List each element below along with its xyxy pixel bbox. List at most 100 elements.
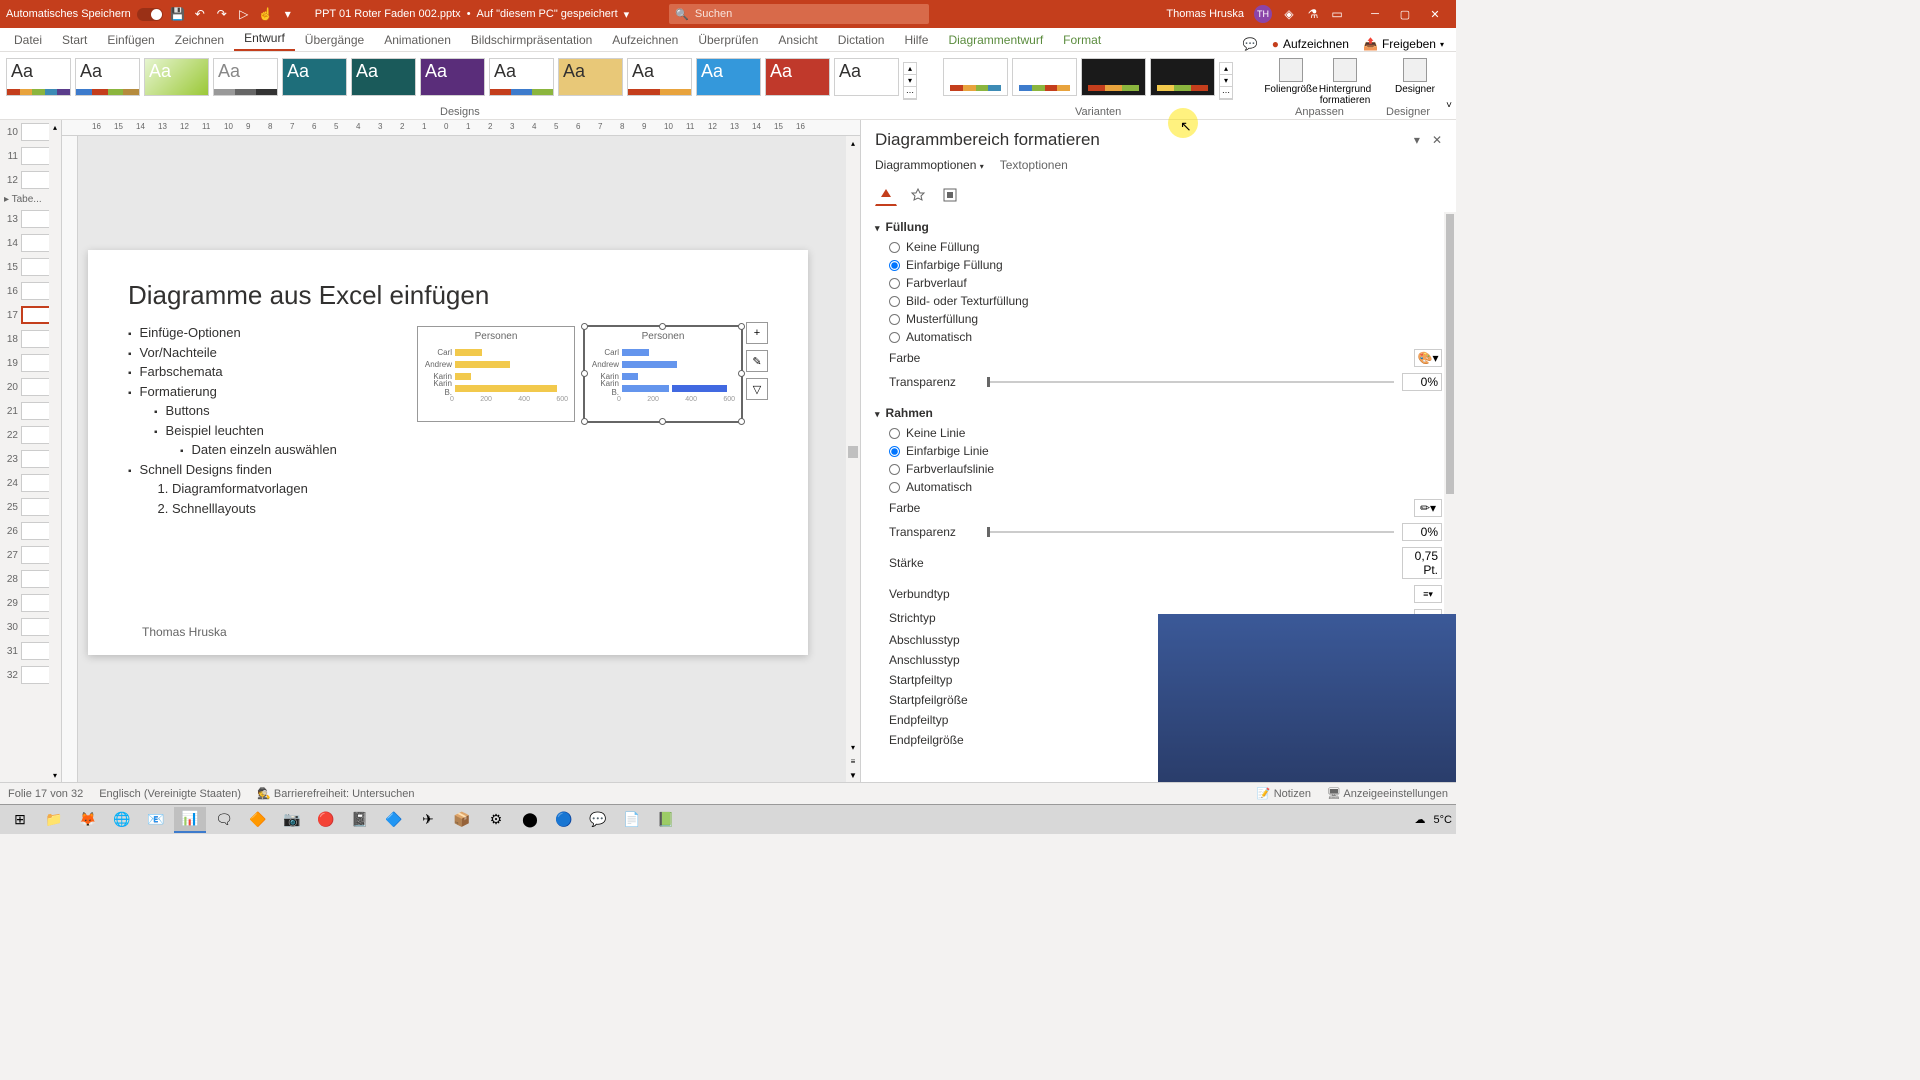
pane-close-button[interactable]: ✕: [1432, 133, 1442, 147]
record-button[interactable]: ●Aufzeichnen: [1272, 37, 1349, 51]
taskbar-outlook-icon[interactable]: 📧: [140, 807, 172, 833]
redo-icon[interactable]: ↷: [215, 7, 229, 21]
radio-picture-fill[interactable]: Bild- oder Texturfüllung: [875, 292, 1442, 310]
pane-options-icon[interactable]: ▾: [1414, 133, 1420, 147]
variant-2[interactable]: [1012, 58, 1077, 96]
tab-dictation[interactable]: Dictation: [828, 29, 895, 51]
theme-thumb-9[interactable]: Aa: [558, 58, 623, 96]
taskbar-excel-icon[interactable]: 📗: [650, 807, 682, 833]
tab-aufzeichnen[interactable]: Aufzeichnen: [602, 29, 688, 51]
variant-3[interactable]: [1081, 58, 1146, 96]
theme-thumb-8[interactable]: Aa: [489, 58, 554, 96]
theme-thumb-1[interactable]: Aa: [6, 58, 71, 96]
background-format-button[interactable]: Hintergrund formatieren: [1319, 58, 1371, 113]
theme-thumb-6[interactable]: Aa: [351, 58, 416, 96]
undo-icon[interactable]: ↶: [193, 7, 207, 21]
taskbar-chrome-icon[interactable]: 🌐: [106, 807, 138, 833]
slide-canvas[interactable]: Diagramme aus Excel einfügen Einfüge-Opt…: [88, 250, 808, 655]
slide-title[interactable]: Diagramme aus Excel einfügen: [128, 280, 768, 311]
slide-size-button[interactable]: Foliengröße: [1265, 58, 1317, 113]
theme-thumb-12[interactable]: Aa: [765, 58, 830, 96]
tab-text-options[interactable]: Textoptionen: [1000, 158, 1068, 176]
compound-type-dropdown[interactable]: ≡▾: [1414, 585, 1442, 603]
language-indicator[interactable]: Englisch (Vereinigte Staaten): [99, 788, 241, 800]
tab-datei[interactable]: Datei: [4, 29, 52, 51]
taskbar-explorer-icon[interactable]: 📁: [38, 807, 70, 833]
diamond-icon[interactable]: ◈: [1282, 7, 1296, 21]
taskbar-app3-icon[interactable]: 🔴: [310, 807, 342, 833]
taskbar-app7-icon[interactable]: 🔵: [548, 807, 580, 833]
taskbar-powerpoint-icon[interactable]: 📊: [174, 807, 206, 833]
taskbar-app5-icon[interactable]: ⚙: [480, 807, 512, 833]
border-section-header[interactable]: Rahmen: [875, 402, 1442, 424]
tab-ansicht[interactable]: Ansicht: [768, 29, 827, 51]
variant-4[interactable]: [1150, 58, 1215, 96]
chart-styles-button[interactable]: ✎: [746, 350, 768, 372]
flask-icon[interactable]: ⚗: [1306, 7, 1320, 21]
taskbar-vlc-icon[interactable]: 🔶: [242, 807, 274, 833]
minimize-button[interactable]: ─: [1360, 4, 1390, 24]
taskbar-firefox-icon[interactable]: 🦊: [72, 807, 104, 833]
save-icon[interactable]: 💾: [171, 7, 185, 21]
size-properties-icon[interactable]: [939, 184, 961, 206]
touch-mode-icon[interactable]: ☝: [259, 7, 273, 21]
filename-dropdown-icon[interactable]: ▾: [624, 8, 630, 21]
fill-section-header[interactable]: Füllung: [875, 216, 1442, 238]
tab-einfuegen[interactable]: Einfügen: [97, 29, 164, 51]
variants-more[interactable]: ▴▾⋯: [1219, 62, 1233, 100]
tab-uebergaenge[interactable]: Übergänge: [295, 29, 374, 51]
display-settings-button[interactable]: 🖥 Anzeigeeinstellungen: [1327, 787, 1448, 800]
toggle-switch-icon[interactable]: [137, 8, 163, 21]
radio-pattern-fill[interactable]: Musterfüllung: [875, 310, 1442, 328]
tab-hilfe[interactable]: Hilfe: [894, 29, 938, 51]
tab-zeichnen[interactable]: Zeichnen: [165, 29, 234, 51]
editor-scrollbar[interactable]: ▴ ▾ ≡ ▼: [846, 136, 860, 782]
autosave-toggle[interactable]: Automatisches Speichern: [6, 8, 163, 21]
embedded-chart-1[interactable]: Personen CarlAndrewKarinKarin B. 0200400…: [417, 326, 575, 422]
search-input[interactable]: [695, 8, 923, 20]
radio-solid-line[interactable]: Einfarbige Linie: [875, 442, 1442, 460]
comments-icon[interactable]: 💬: [1243, 37, 1258, 51]
fill-transparency-value[interactable]: 0%: [1402, 373, 1442, 391]
theme-thumb-10[interactable]: Aa: [627, 58, 692, 96]
theme-thumb-11[interactable]: Aa: [696, 58, 761, 96]
scroll-down-icon[interactable]: ▾: [49, 768, 61, 782]
tab-diagrammentwurf[interactable]: Diagrammentwurf: [938, 29, 1053, 51]
radio-gradient-line[interactable]: Farbverlaufslinie: [875, 460, 1442, 478]
fill-color-button[interactable]: 🎨▾: [1414, 349, 1442, 367]
slide-counter[interactable]: Folie 17 von 32: [8, 788, 83, 800]
ribbon-collapse-icon[interactable]: ˅: [1446, 100, 1452, 111]
tab-entwurf[interactable]: Entwurf: [234, 27, 295, 51]
taskbar-app-icon[interactable]: 🗨: [208, 807, 240, 833]
tab-animationen[interactable]: Animationen: [374, 29, 461, 51]
chart-filter-button[interactable]: ▽: [746, 378, 768, 400]
taskbar-app6-icon[interactable]: ⬤: [514, 807, 546, 833]
taskbar-app8-icon[interactable]: 💬: [582, 807, 614, 833]
maximize-button[interactable]: ▢: [1390, 4, 1420, 24]
scroll-up-icon[interactable]: ▴: [49, 120, 61, 134]
tab-start[interactable]: Start: [52, 29, 97, 51]
close-button[interactable]: ✕: [1420, 4, 1450, 24]
variant-1[interactable]: [943, 58, 1008, 96]
theme-gallery-more[interactable]: ▴▾⋯: [903, 62, 917, 100]
chart-elements-button[interactable]: +: [746, 322, 768, 344]
radio-solid-fill[interactable]: Einfarbige Füllung: [875, 256, 1442, 274]
line-transparency-slider[interactable]: [987, 531, 1394, 533]
system-tray[interactable]: ☁ 5°C: [1415, 813, 1452, 826]
qa-more-icon[interactable]: ▾: [281, 7, 295, 21]
theme-thumb-13[interactable]: Aa: [834, 58, 899, 96]
theme-thumb-3[interactable]: Aa: [144, 58, 209, 96]
start-button[interactable]: ⊞: [4, 807, 36, 833]
line-color-button[interactable]: ✏▾: [1414, 499, 1442, 517]
scroll-thumb[interactable]: [848, 446, 858, 458]
accessibility-check[interactable]: 🕵 Barrierefreiheit: Untersuchen: [257, 787, 414, 800]
radio-auto-fill[interactable]: Automatisch: [875, 328, 1442, 346]
radio-gradient-fill[interactable]: Farbverlauf: [875, 274, 1442, 292]
designer-button[interactable]: Designer: [1389, 58, 1441, 113]
share-button[interactable]: 📤Freigeben▾: [1363, 37, 1444, 51]
taskbar-app9-icon[interactable]: 📄: [616, 807, 648, 833]
radio-auto-line[interactable]: Automatisch: [875, 478, 1442, 496]
user-avatar[interactable]: TH: [1254, 5, 1272, 23]
search-box[interactable]: 🔍: [669, 4, 929, 24]
thumbnails-scrollbar[interactable]: ▴ ▾: [49, 120, 61, 782]
